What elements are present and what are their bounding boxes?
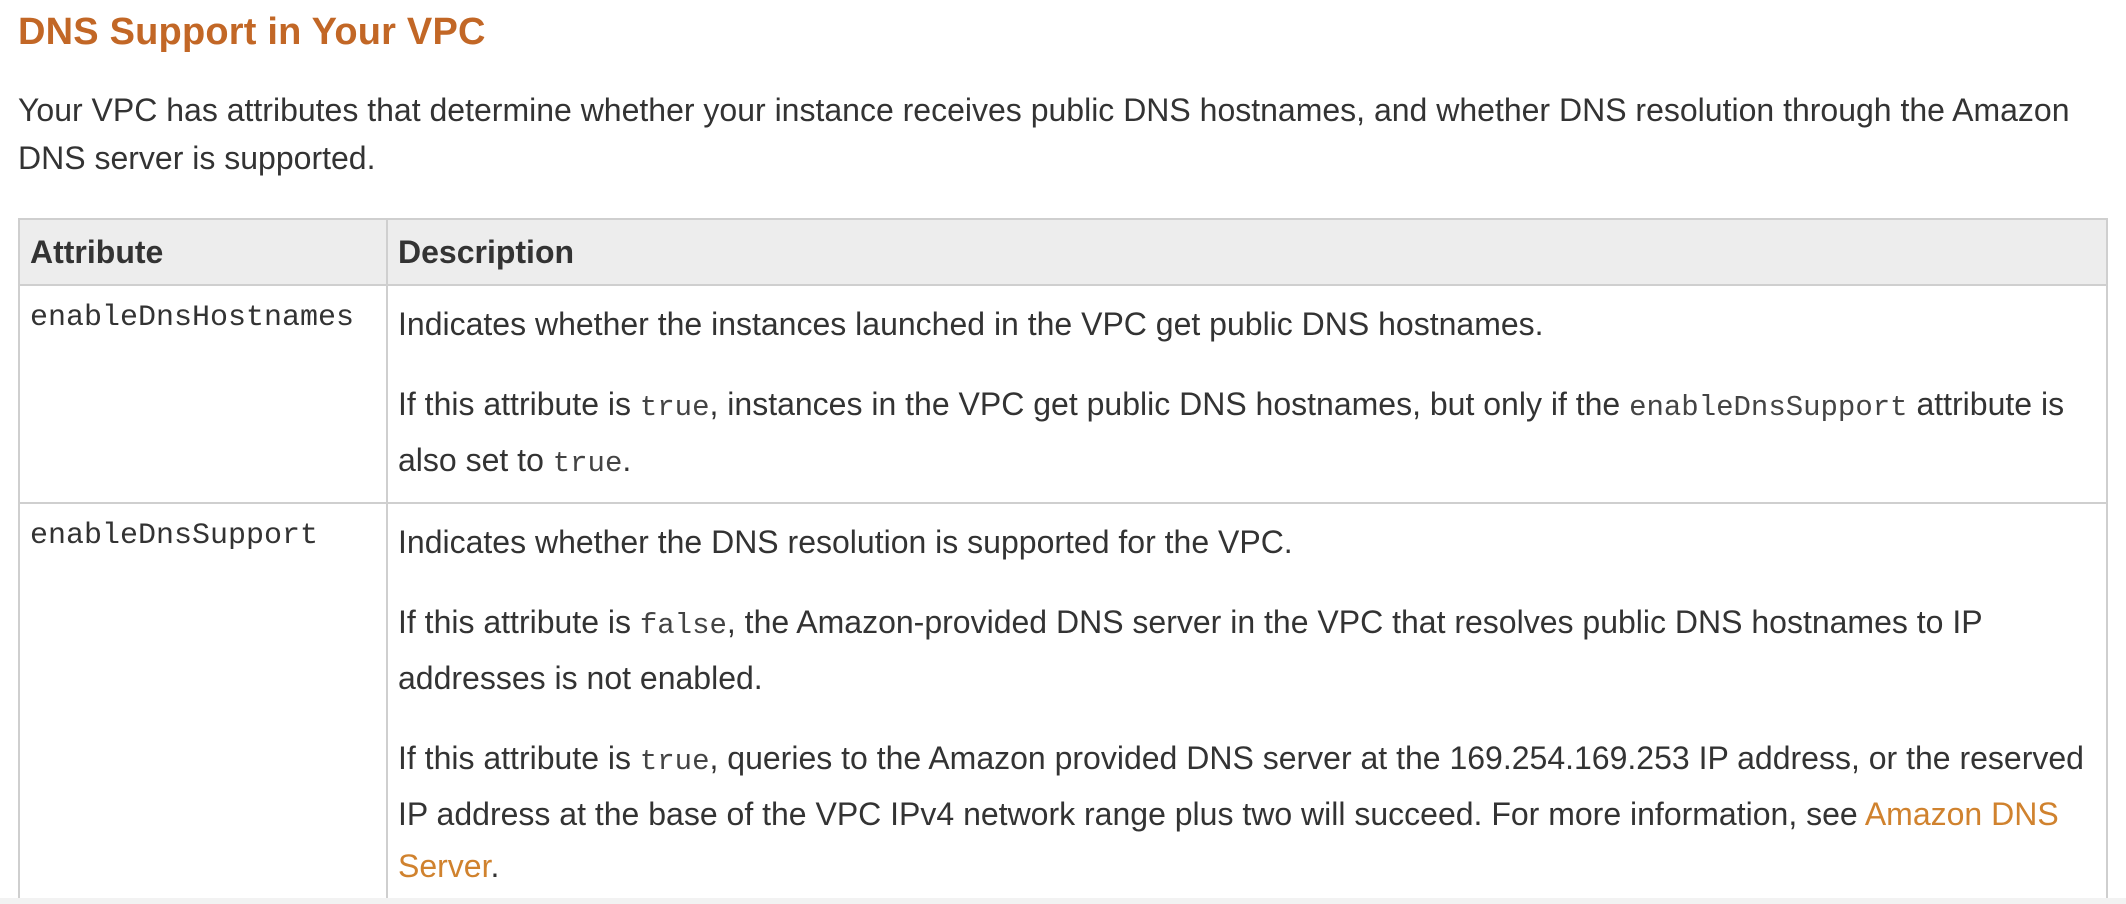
description-text: . [622, 442, 632, 478]
attribute-name: enableDnsSupport [18, 502, 388, 904]
table-row: enableDnsSupport Indicates whether the D… [18, 502, 2108, 904]
attribute-description: Indicates whether the instances launched… [386, 284, 2108, 504]
bottom-divider [0, 898, 2126, 904]
description-text: , instances in the VPC get public DNS ho… [709, 386, 1630, 422]
attribute-table: Attribute Description enableDnsHostnames… [18, 218, 2108, 904]
description-text: If this attribute is [398, 386, 640, 422]
attribute-name: enableDnsHostnames [18, 284, 388, 504]
code-value: true [552, 447, 623, 480]
description-paragraph: Indicates whether the DNS resolution is … [398, 524, 1293, 560]
column-header-attribute: Attribute [18, 218, 388, 286]
code-value: true [639, 745, 710, 778]
description-paragraph: If this attribute is true, queries to th… [398, 732, 2096, 892]
page-title: DNS Support in Your VPC [18, 11, 486, 53]
code-value: enableDnsSupport [1629, 391, 1908, 424]
column-header-description: Description [386, 218, 2108, 286]
description-paragraph: Indicates whether the instances launched… [398, 306, 1544, 342]
code-value: true [639, 391, 710, 424]
doc-section: DNS Support in Your VPC Your VPC has att… [18, 0, 2108, 904]
attribute-description: Indicates whether the DNS resolution is … [386, 502, 2108, 904]
table-row: enableDnsHostnames Indicates whether the… [18, 284, 2108, 504]
description-text: If this attribute is [398, 604, 640, 640]
description-text: . [490, 848, 500, 884]
description-paragraph: If this attribute is false, the Amazon-p… [398, 596, 2096, 704]
intro-paragraph: Your VPC has attributes that determine w… [18, 92, 2070, 176]
description-text: If this attribute is [398, 740, 640, 776]
table-header-row: Attribute Description [18, 218, 2108, 286]
code-value: false [639, 609, 727, 642]
description-paragraph: If this attribute is true, instances in … [398, 378, 2096, 490]
